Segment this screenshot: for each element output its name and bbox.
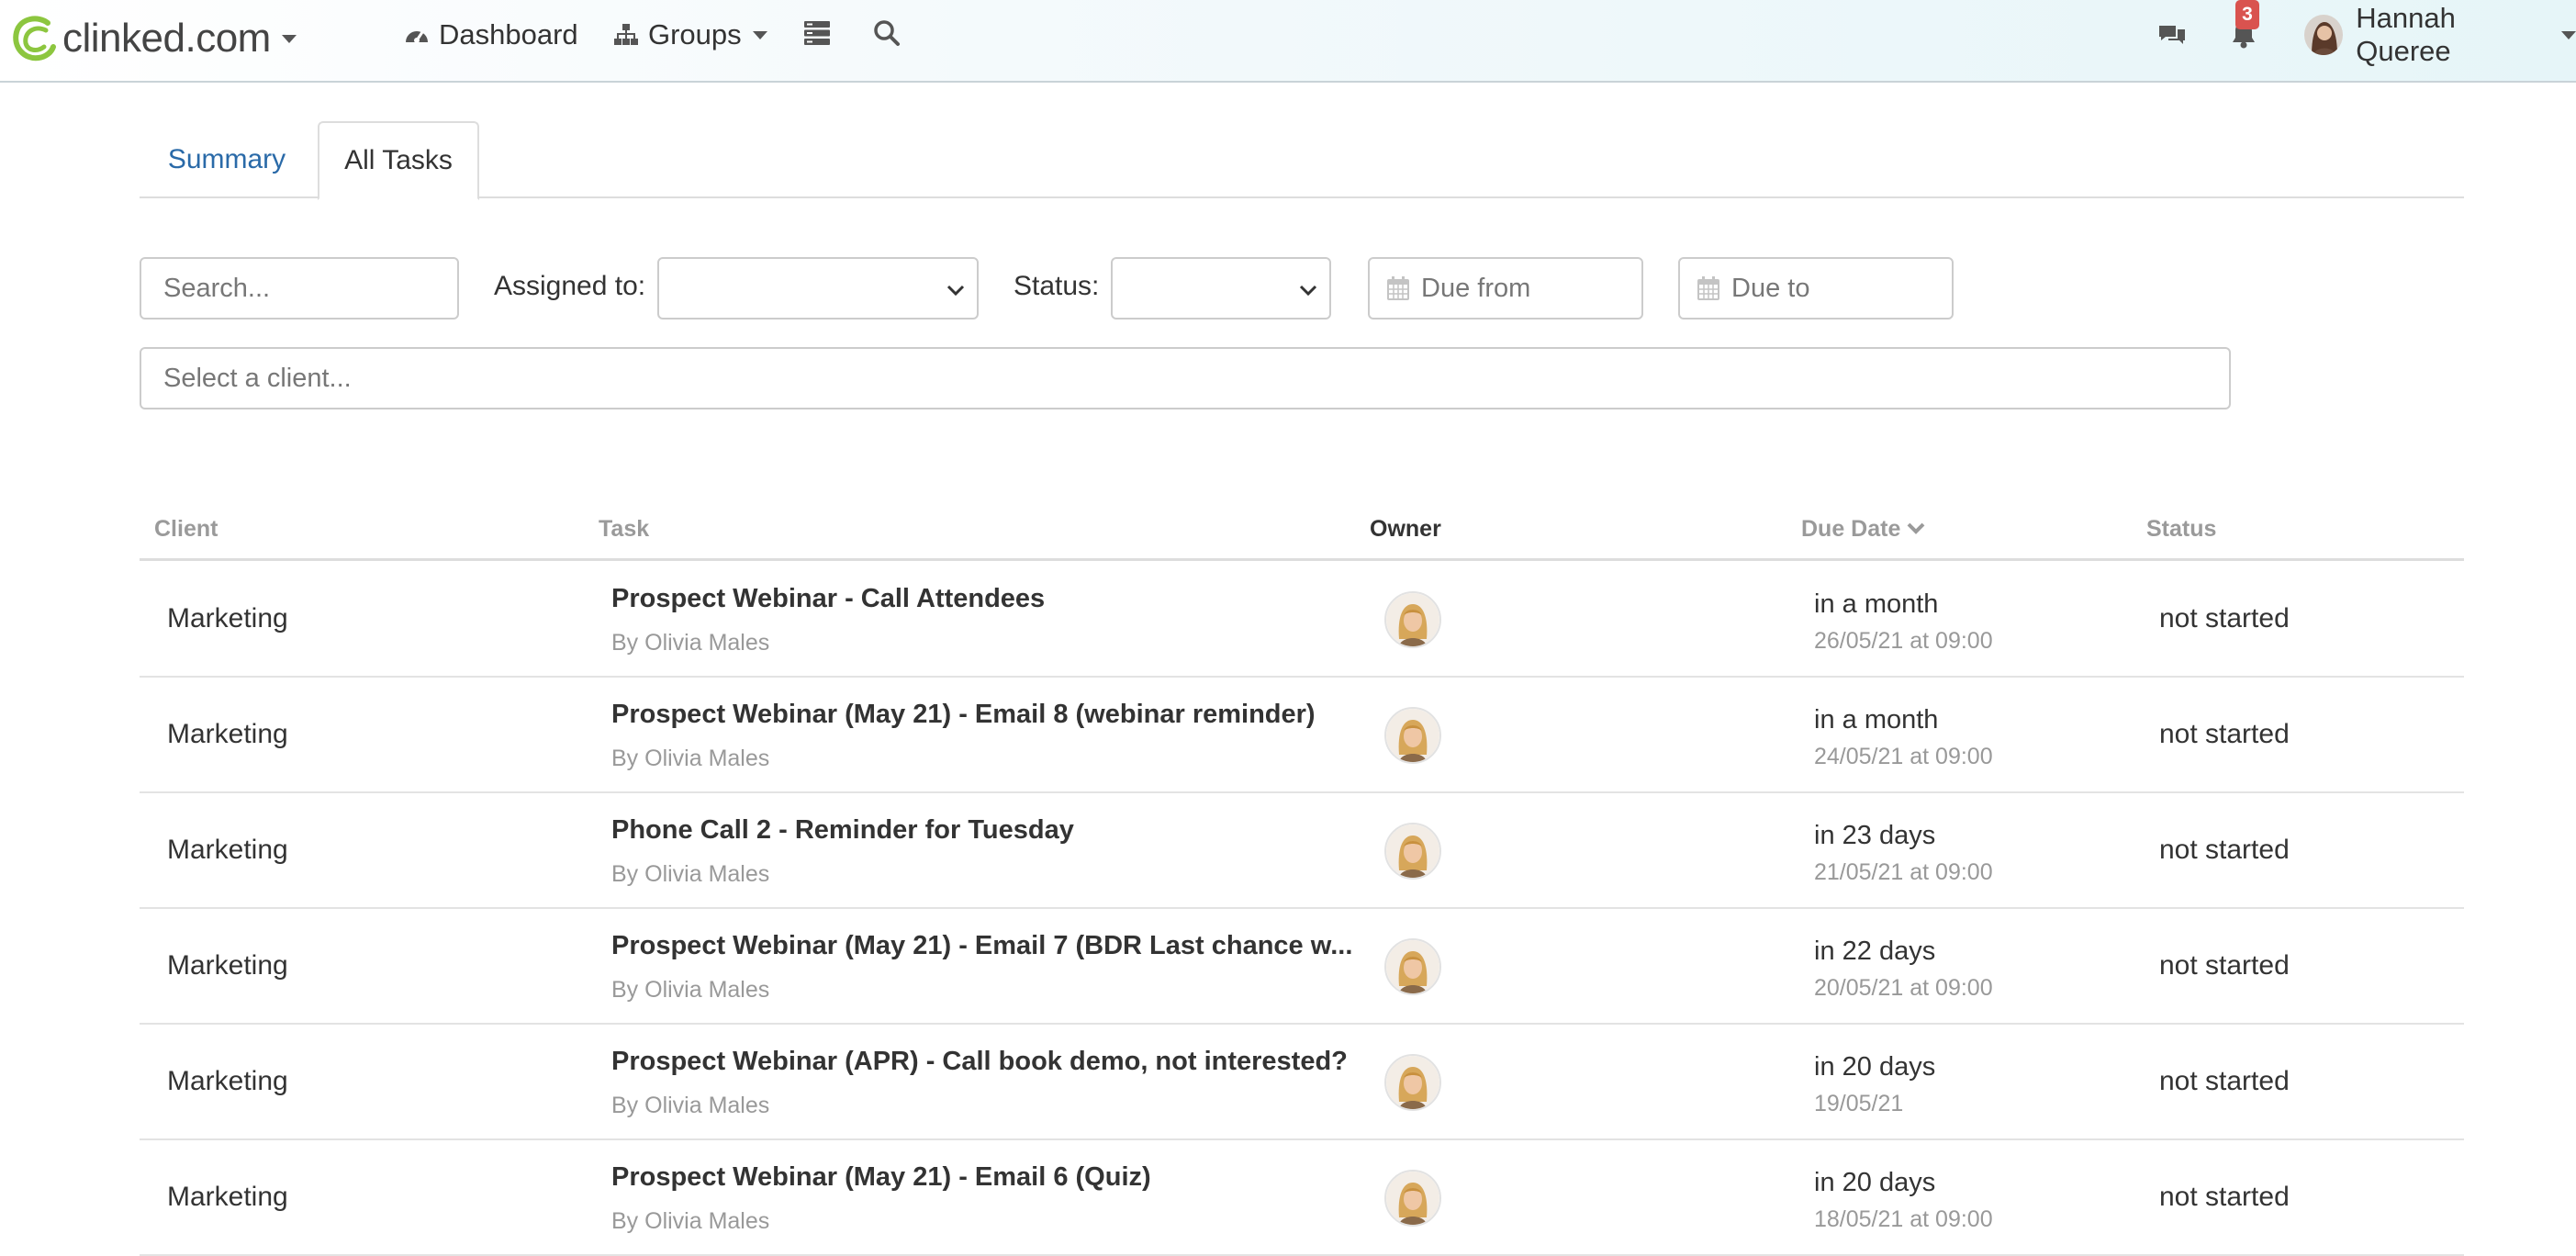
comments-icon	[2159, 26, 2185, 44]
dashboard-icon	[406, 31, 428, 43]
row-status: not started	[2159, 950, 2290, 981]
tab-summary[interactable]: Summary	[140, 121, 314, 198]
notifications-badge: 3	[2235, 0, 2259, 29]
owner-avatar	[1384, 591, 1441, 648]
row-due-relative: in a month	[1814, 705, 1939, 735]
row-due-relative: in a month	[1814, 589, 1939, 619]
row-due-date: 24/05/21 at 09:00	[1814, 744, 1993, 769]
sort-chevron-down-icon	[1907, 522, 1925, 534]
row-status: not started	[2159, 719, 2290, 749]
client-placeholder: Select a client...	[163, 363, 352, 393]
row-client: Marketing	[167, 1066, 288, 1096]
row-task-author: By Olivia Males	[611, 861, 770, 887]
row-due-date: 19/05/21	[1814, 1091, 1904, 1116]
nav-dashboard[interactable]: Dashboard	[404, 13, 578, 57]
column-header-due-date[interactable]: Due Date	[1801, 510, 1926, 547]
row-task-author: By Olivia Males	[611, 630, 770, 656]
due-from-input[interactable]: Due from	[1368, 257, 1643, 320]
row-task-title[interactable]: Prospect Webinar (APR) - Call book demo,…	[611, 1047, 1348, 1077]
row-task-author: By Olivia Males	[611, 746, 770, 771]
messages-button[interactable]	[2156, 18, 2189, 51]
brand-caret-icon	[281, 34, 297, 43]
row-client: Marketing	[167, 603, 288, 634]
table-row[interactable]: Marketing Prospect Webinar (May 21) - Em…	[140, 909, 2464, 1025]
row-task-title[interactable]: Prospect Webinar (May 21) - Email 8 (web…	[611, 700, 1316, 730]
nav-dashboard-label: Dashboard	[439, 18, 578, 50]
row-client: Marketing	[167, 1182, 288, 1212]
row-client: Marketing	[167, 950, 288, 981]
row-due-date: 21/05/21 at 09:00	[1814, 859, 1993, 885]
row-client: Marketing	[167, 835, 288, 865]
search-placeholder: Search...	[163, 273, 271, 303]
server-list-icon	[804, 21, 830, 45]
chevron-down-icon	[1299, 285, 1317, 297]
calendar-icon	[1697, 276, 1719, 300]
due-to-placeholder: Due to	[1731, 273, 1810, 303]
row-task-author: By Olivia Males	[611, 1208, 770, 1234]
column-header-owner[interactable]: Owner	[1370, 510, 1441, 547]
owner-avatar	[1384, 823, 1441, 880]
table-row[interactable]: Marketing Prospect Webinar - Call Attend…	[140, 562, 2464, 678]
table-row[interactable]: Marketing Prospect Webinar (APR) - Call …	[140, 1025, 2464, 1140]
clinked-logo-icon	[13, 16, 56, 62]
user-caret-icon	[2561, 30, 2576, 39]
sitemap-icon	[614, 24, 638, 45]
brand-menu[interactable]: clinked.com	[11, 9, 297, 68]
brand-name: clinked.com	[62, 16, 271, 61]
search-icon	[874, 20, 900, 46]
table-row[interactable]: Marketing Prospect Webinar (May 21) - Em…	[140, 1140, 2464, 1256]
owner-avatar	[1384, 1054, 1441, 1111]
row-task-title[interactable]: Prospect Webinar (May 21) - Email 7 (BDR…	[611, 931, 1352, 961]
nav-groups[interactable]: Groups	[613, 13, 767, 57]
row-due-date: 20/05/21 at 09:00	[1814, 975, 1993, 1001]
column-header-due-date-label: Due Date	[1801, 515, 1901, 542]
nav-groups-label: Groups	[648, 18, 742, 50]
table-row[interactable]: Marketing Prospect Webinar (May 21) - Em…	[140, 678, 2464, 793]
client-select-input[interactable]: Select a client...	[140, 347, 2231, 409]
user-menu[interactable]: Hannah Queree	[2304, 2, 2576, 67]
row-due-date: 18/05/21 at 09:00	[1814, 1206, 1993, 1232]
row-status: not started	[2159, 1182, 2290, 1212]
row-task-title[interactable]: Phone Call 2 - Reminder for Tuesday	[611, 815, 1074, 846]
table-row[interactable]: Marketing Phone Call 2 - Reminder for Tu…	[140, 793, 2464, 909]
user-name: Hannah Queree	[2356, 2, 2456, 67]
row-due-relative: in 23 days	[1814, 821, 1936, 850]
assigned-to-select[interactable]	[657, 257, 979, 320]
row-due-date: 26/05/21 at 09:00	[1814, 628, 1993, 654]
column-header-task[interactable]: Task	[599, 510, 649, 547]
tab-all-tasks[interactable]: All Tasks	[318, 121, 479, 200]
due-from-placeholder: Due from	[1421, 273, 1531, 303]
row-status: not started	[2159, 835, 2290, 865]
row-client: Marketing	[167, 719, 288, 749]
row-task-title[interactable]: Prospect Webinar - Call Attendees	[611, 584, 1045, 614]
owner-avatar	[1384, 1170, 1441, 1227]
row-due-relative: in 20 days	[1814, 1052, 1936, 1082]
owner-avatar	[1384, 707, 1441, 764]
search-input[interactable]: Search...	[140, 257, 459, 320]
chevron-down-icon	[946, 285, 965, 297]
status-label: Status:	[1014, 271, 1100, 301]
top-navbar: clinked.com Dashboard Groups 3 Hannah Qu…	[0, 0, 2576, 83]
status-select[interactable]	[1111, 257, 1331, 320]
row-task-author: By Olivia Males	[611, 1093, 770, 1118]
column-header-client[interactable]: Client	[154, 510, 218, 547]
calendar-icon	[1387, 276, 1409, 300]
nav-search-button[interactable]	[870, 17, 903, 50]
owner-avatar	[1384, 938, 1441, 995]
nav-tasks-button[interactable]	[801, 17, 834, 50]
row-status: not started	[2159, 1066, 2290, 1096]
row-task-author: By Olivia Males	[611, 977, 770, 1003]
row-status: not started	[2159, 603, 2290, 634]
column-header-status[interactable]: Status	[2146, 510, 2216, 547]
due-to-input[interactable]: Due to	[1678, 257, 1954, 320]
groups-caret-icon	[752, 30, 767, 39]
table-header-divider	[140, 558, 2464, 561]
row-due-relative: in 20 days	[1814, 1168, 1936, 1197]
row-task-title[interactable]: Prospect Webinar (May 21) - Email 6 (Qui…	[611, 1162, 1151, 1193]
task-tabs: Summary All Tasks	[140, 121, 2464, 200]
row-due-relative: in 22 days	[1814, 936, 1936, 966]
user-avatar	[2304, 15, 2344, 55]
assigned-to-label: Assigned to:	[494, 271, 646, 301]
